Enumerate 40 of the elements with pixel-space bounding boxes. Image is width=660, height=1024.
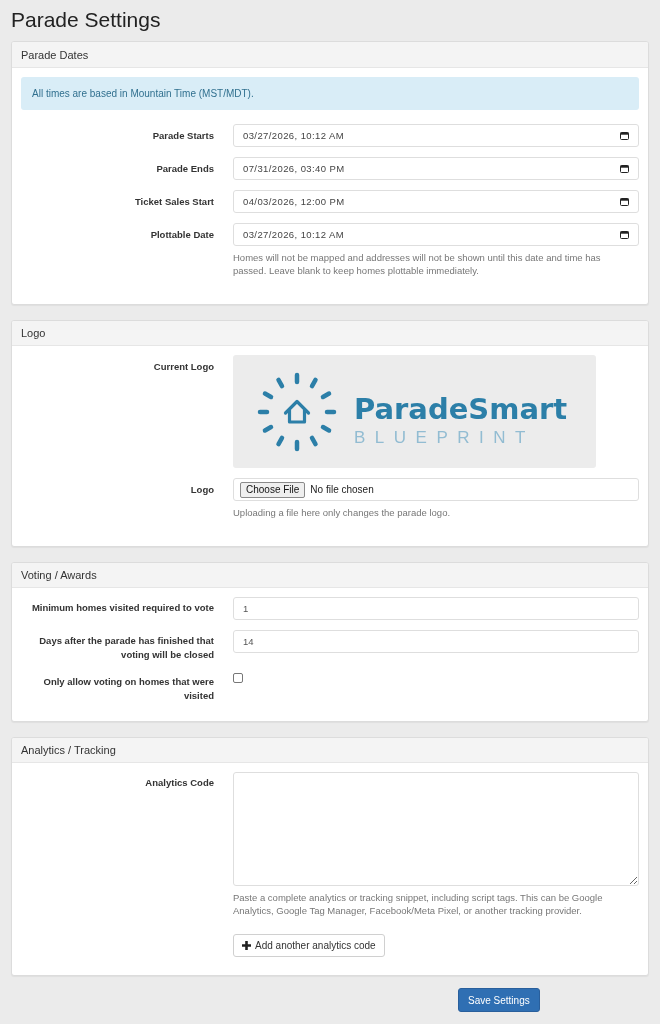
field-label: Minimum homes visited required to vote	[31, 601, 214, 615]
card-header: Logo	[12, 321, 648, 346]
add-code-button[interactable]: Add another analytics code	[233, 934, 385, 957]
field-label: Logo	[190, 483, 214, 497]
save-settings-button[interactable]: Save Settings	[458, 988, 540, 1012]
field-label: Plottable Date	[150, 228, 214, 242]
checkbox[interactable]	[233, 673, 243, 683]
file-status-text: No file chosen	[310, 484, 374, 495]
choose-file-button[interactable]: Choose File	[240, 481, 306, 498]
field-label: Only allow voting on homes that were visited	[42, 675, 214, 703]
help-text: Homes will not be mapped and addresses will not be shown until this date and time has passed. Leave blank to keep homes plottable immediately.	[233, 251, 602, 277]
info-alert: All times are based in Mountain Time (MST/MDT).	[21, 77, 639, 110]
field-label: Current Logo	[153, 360, 214, 374]
calendar-icon[interactable]	[620, 131, 629, 140]
field-label: Parade Starts	[152, 129, 214, 143]
calendar-icon[interactable]	[620, 197, 629, 206]
date-time-field[interactable]: 04/03/2026, 12:00 PM	[233, 190, 639, 213]
field-label: Ticket Sales Start	[134, 195, 214, 209]
logo-wordmark: ParadeSmart	[354, 395, 568, 424]
help-text: Uploading a file here only changes the parade logo.	[233, 506, 452, 519]
field-label: Analytics Code	[145, 776, 214, 790]
number-field[interactable]: 1	[233, 597, 639, 620]
card-header: Parade Dates	[12, 42, 648, 68]
field-label: Parade Ends	[156, 162, 214, 176]
calendar-icon[interactable]	[620, 230, 629, 239]
sunburst-house-icon	[257, 371, 337, 452]
card-header: Voting / Awards	[12, 563, 648, 588]
calendar-icon[interactable]	[620, 164, 629, 173]
card-header: Analytics / Tracking	[12, 738, 648, 763]
analytics-code-field[interactable]	[233, 772, 639, 886]
number-field[interactable]: 14	[233, 630, 639, 653]
field-label: Days after the parade has finished that voting will be closed	[38, 634, 214, 662]
page-title: Parade Settings	[11, 8, 161, 32]
logo-tagline: BLUEPRINT	[354, 429, 535, 446]
date-time-field[interactable]: 03/27/2026, 10:12 AM	[233, 223, 639, 246]
plus-icon	[242, 941, 251, 950]
file-upload-field[interactable]: Choose File No file chosen	[233, 478, 639, 501]
date-time-field[interactable]: 07/31/2026, 03:40 PM	[233, 157, 639, 180]
date-time-field[interactable]: 03/27/2026, 10:12 AM	[233, 124, 639, 147]
help-text: Paste a complete analytics or tracking snippet, including script tags. This can be Google Analytics, Google Tag Manager, Facebook/Meta Pixel, or another tracking provider.	[233, 891, 604, 917]
